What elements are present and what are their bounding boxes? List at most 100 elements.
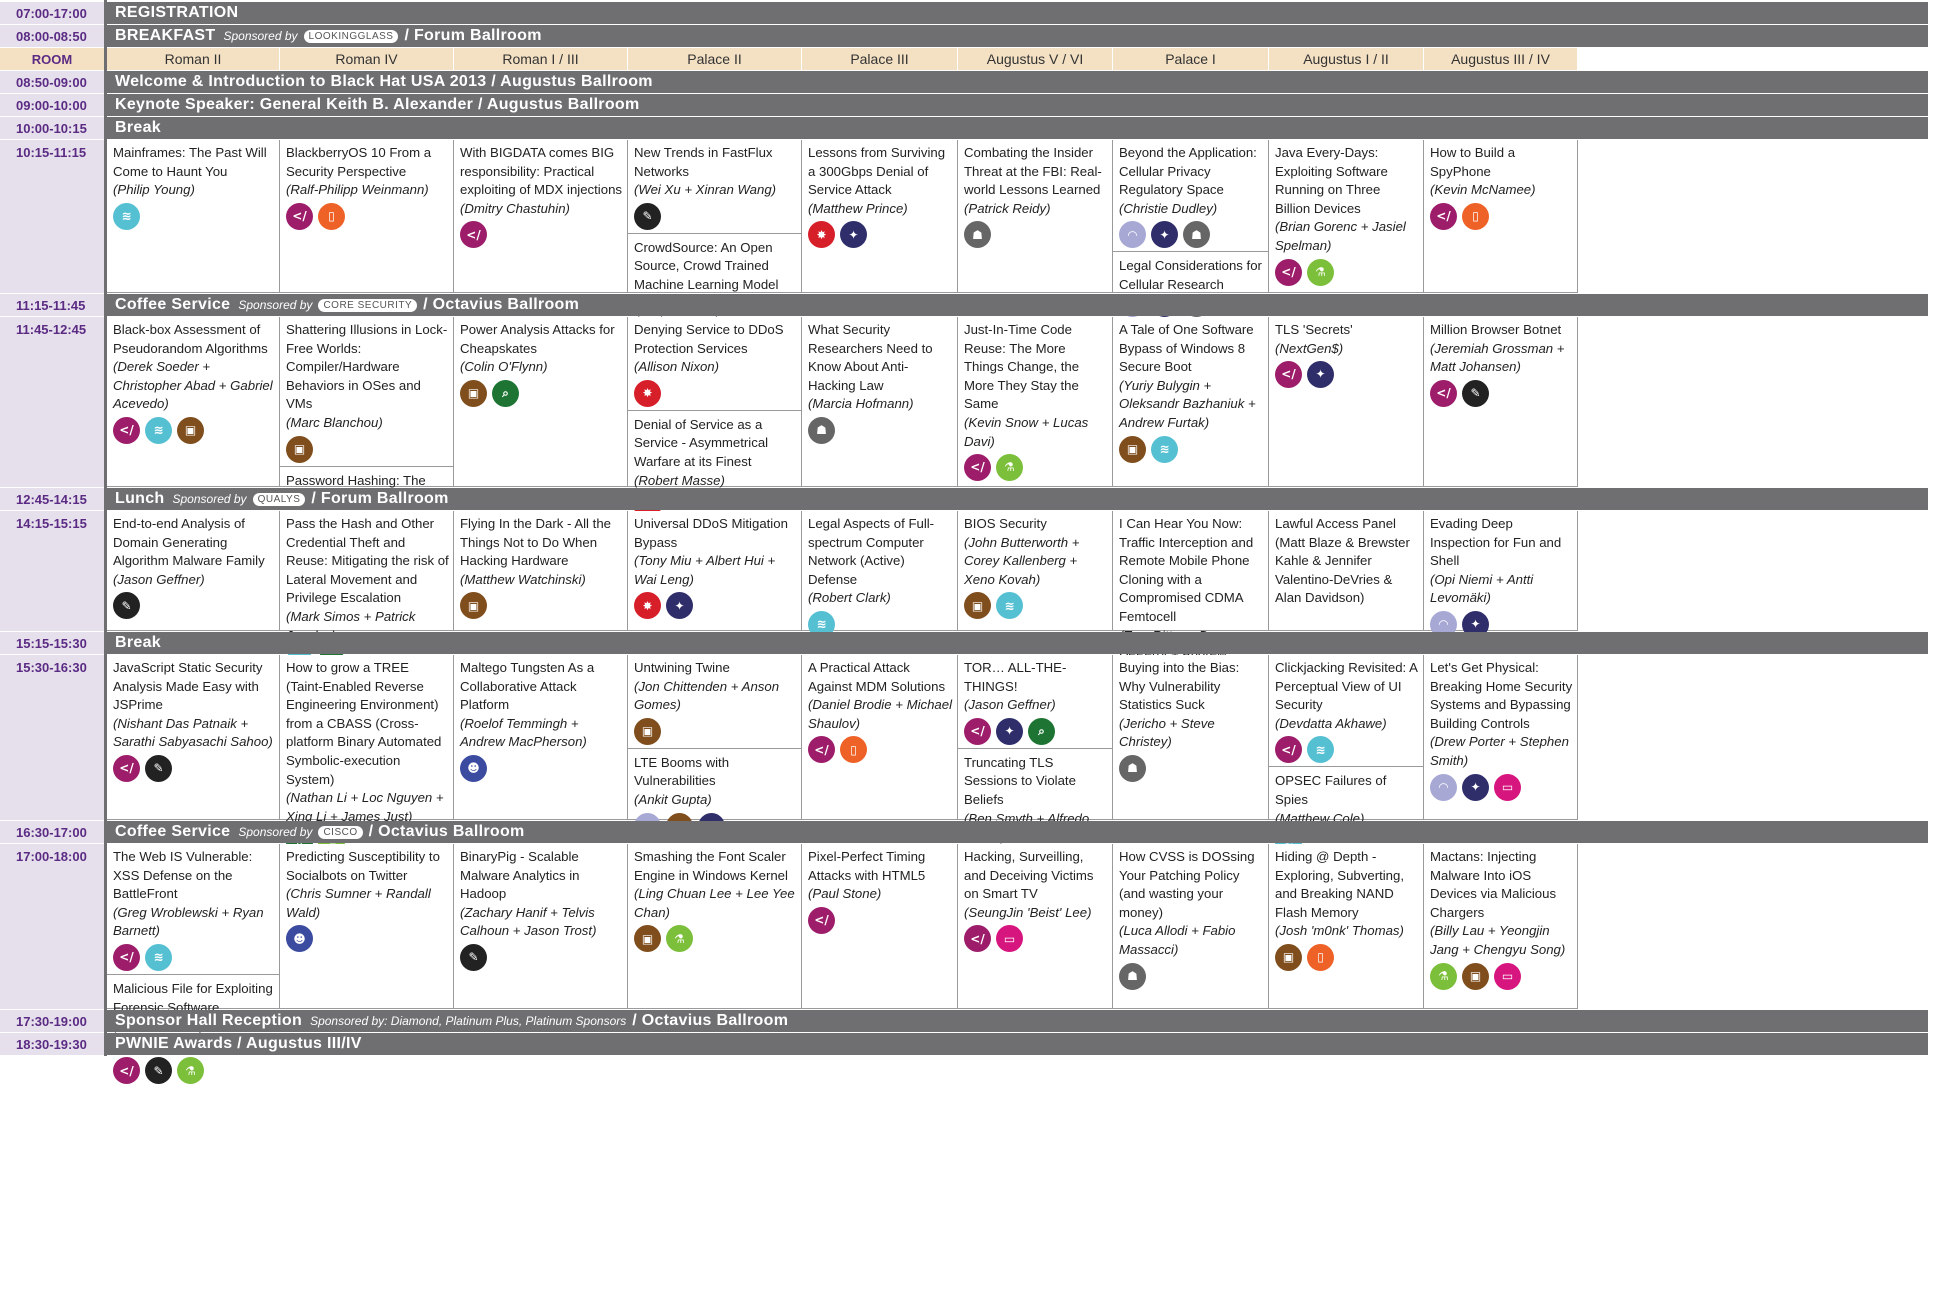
session[interactable]: BIOS Security (John Butterworth + Corey K… [958, 511, 1112, 620]
session[interactable]: New Trends in FastFlux Networks (Wei Xu +… [628, 140, 801, 230]
session[interactable]: Pixel-Perfect Timing Attacks with HTML5 (… [802, 844, 957, 934]
session[interactable]: Denying Service to DDoS Protection Servi… [628, 317, 801, 407]
hardware-icon: ▣ [286, 435, 313, 463]
session[interactable]: TOR… ALL-THE-THINGS! (Jason Geffner) </✦ ⌕ [958, 655, 1112, 745]
session-title: How to Build a SpyPhone [1430, 145, 1516, 179]
room-header: Palace I [1113, 48, 1268, 70]
session[interactable]: Mainframes: The Past Will Come to Haunt … [107, 140, 279, 230]
session[interactable]: What Security Researchers Need to Know A… [802, 317, 957, 444]
policy-icon: ☗ [1119, 754, 1146, 782]
session-title: Pixel-Perfect Timing Attacks with HTML5 [808, 849, 926, 883]
track-icons: ▣ ≋ [1119, 435, 1264, 463]
track-icons: ✸ ✦ [634, 592, 797, 620]
exploit-icon: ✎ [634, 202, 661, 230]
crypto-icon: ✦ [996, 717, 1023, 745]
session-speakers: (Roelof Temmingh + Andrew MacPherson) [460, 715, 587, 750]
session[interactable]: How CVSS is DOSsing Your Patching Policy… [1113, 844, 1268, 990]
time-label: 14:15-15:15 [0, 511, 104, 631]
session[interactable]: TLS 'Secrets' (NextGen$) </✦ [1269, 317, 1423, 389]
session[interactable]: End-to-end Analysis of Domain Generating… [107, 511, 279, 620]
session-cell: Predicting Susceptibility to Socialbots … [280, 844, 454, 1009]
session-cell: End-to-end Analysis of Domain Generating… [107, 511, 280, 631]
session[interactable]: Universal DDoS Mitigation Bypass (Tony Mi… [628, 511, 801, 620]
session-speakers: (Drew Porter + Stephen Smith) [1430, 734, 1569, 768]
room-header: Augustus III / IV [1424, 48, 1577, 70]
session-cell: Flying In the Dark - All the Things Not … [454, 511, 628, 631]
session-cell: Hacking, Surveilling, and Deceiving Vict… [958, 844, 1113, 1009]
session-title: Untwining Twine [634, 660, 730, 675]
hardware-icon: ▣ [1275, 943, 1302, 971]
reverse-icon: ⚗ [996, 454, 1023, 482]
session[interactable]: Million Browser Botnet (Jeremiah Grossman… [1424, 317, 1577, 407]
session[interactable]: Just-In-Time Code Reuse: The More Things… [958, 317, 1112, 482]
session-cell: TLS 'Secrets' (NextGen$) </✦ [1269, 317, 1424, 487]
smartdevice-icon: ▭ [1494, 773, 1521, 801]
exploit-icon: ✎ [460, 943, 487, 971]
session[interactable]: How to Build a SpyPhone (Kevin McNamee) </… [1424, 140, 1577, 230]
session[interactable]: Lawful Access Panel (Matt Blaze & Brewst… [1269, 511, 1423, 608]
session[interactable]: Hiding @ Depth - Exploring, Subverting, … [1269, 844, 1423, 971]
ddos-icon: ✸ [808, 221, 835, 249]
track-icons: </⚗ [1275, 258, 1419, 286]
session[interactable]: Smashing the Font Scaler Engine in Windo… [628, 844, 801, 953]
session-cell: Let's Get Physical: Breaking Home Securi… [1424, 655, 1578, 820]
session[interactable]: Beyond the Application: Cellular Privacy… [1113, 140, 1268, 249]
track-icons: ▣ [634, 717, 797, 745]
crypto-icon: ✦ [840, 221, 867, 249]
session[interactable]: Buying into the Bias: Why Vulnerability … [1113, 655, 1268, 782]
time-label: 07:00-17:00 [0, 2, 104, 24]
session-cell: TOR… ALL-THE-THINGS! (Jason Geffner) </✦ ⌕ T… [958, 655, 1113, 877]
session[interactable]: Hacking, Surveilling, and Deceiving Vict… [958, 844, 1112, 953]
session[interactable]: Shattering Illusions in Lock-Free Worlds… [280, 317, 453, 463]
mobile-icon: ▯ [1462, 202, 1489, 230]
sponsor-logo: CISCO [318, 825, 363, 839]
crypto-icon: ✦ [1307, 361, 1334, 389]
session[interactable]: Mactans: Injecting Malware Into iOS Devi… [1424, 844, 1577, 990]
session[interactable]: Lessons from Surviving a 300Gbps Denial … [802, 140, 957, 249]
session[interactable]: A Tale of One Software Bypass of Windows… [1113, 317, 1268, 463]
session[interactable]: BlackberryOS 10 From a Security Perspect… [280, 140, 453, 230]
event-title: Coffee Service [115, 296, 231, 313]
session-title: Java Every-Days: Exploiting Software Run… [1275, 145, 1388, 216]
session[interactable]: Predicting Susceptibility to Socialbots … [280, 844, 453, 953]
session[interactable]: A Practical Attack Against MDM Solutions… [802, 655, 957, 764]
track-icons: ▣ ⌕ [460, 379, 623, 407]
session[interactable]: Black-box Assessment of Pseudorandom Alg… [107, 317, 279, 444]
session[interactable]: Combating the Insider Threat at the FBI:… [958, 140, 1112, 249]
session-speakers: (Jeremiah Grossman + Matt Johansen) [1430, 340, 1565, 375]
session-speakers: (SeungJin 'Beist' Lee) [964, 904, 1092, 920]
wireless-icon: ◠ [1430, 773, 1457, 801]
session-title: New Trends in FastFlux Networks [634, 145, 773, 179]
session[interactable]: Legal Aspects of Full-spectrum Computer … [802, 511, 957, 638]
session-title: Maltego Tungsten As a Collaborative Atta… [460, 660, 595, 713]
session-cell: Hiding @ Depth - Exploring, Subverting, … [1269, 844, 1424, 1009]
event-bar: Lunch Sponsored by QUALYS / Forum Ballroom [107, 488, 1928, 510]
session[interactable]: The Web IS Vulnerable: XSS Defense on th… [107, 844, 279, 971]
track-icons: ☻ [286, 925, 449, 953]
session[interactable]: Let's Get Physical: Breaking Home Securi… [1424, 655, 1577, 801]
track-icons: </▯ [1430, 202, 1573, 230]
session-cell: Universal DDoS Mitigation Bypass (Tony Mi… [628, 511, 802, 631]
appsec-icon: </ [1430, 379, 1457, 407]
time-label: 15:30-16:30 [0, 655, 104, 820]
session[interactable]: Clickjacking Revisited: A Perceptual Vie… [1269, 655, 1423, 764]
session-speakers: (Nishant Das Patnaik + Sarathi Sabyasach… [113, 715, 273, 750]
session[interactable]: Power Analysis Attacks for Cheapskates (C… [454, 317, 627, 407]
sponsor-logo: CORE SECURITY [318, 298, 418, 312]
session[interactable]: Java Every-Days: Exploiting Software Run… [1269, 140, 1423, 286]
event-title: Keynote Speaker: General Keith B. Alexan… [115, 96, 640, 113]
session[interactable]: Evading Deep Inspection for Fun and Shel… [1424, 511, 1577, 638]
event-location: / Forum Ballroom [404, 27, 542, 44]
session[interactable]: Maltego Tungsten As a Collaborative Atta… [454, 655, 627, 782]
time-label: 11:15-11:45 [0, 294, 104, 316]
session-cell: Power Analysis Attacks for Cheapskates (C… [454, 317, 628, 487]
session[interactable]: Untwining Twine (Jon Chittenden + Anson G… [628, 655, 801, 745]
session[interactable]: Flying In the Dark - All the Things Not … [454, 511, 627, 620]
session[interactable]: JavaScript Static Security Analysis Made… [107, 655, 279, 782]
session[interactable]: With BIGDATA comes BIG responsibility: P… [454, 140, 627, 249]
mobile-icon: ▯ [1307, 943, 1334, 971]
session[interactable]: BinaryPig - Scalable Malware Analytics i… [454, 844, 627, 971]
session-title: OPSEC Failures of Spies [1275, 773, 1387, 807]
network-icon: ≋ [145, 943, 172, 971]
track-icons: </▯ [808, 736, 953, 764]
